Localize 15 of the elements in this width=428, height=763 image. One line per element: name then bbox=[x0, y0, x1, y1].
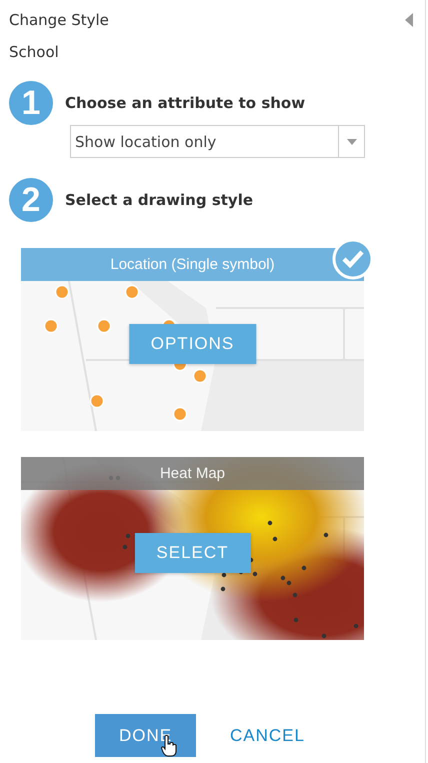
style-header: Heat Map bbox=[21, 457, 364, 490]
panel-title: Change Style bbox=[9, 11, 109, 29]
cancel-button[interactable]: CANCEL bbox=[230, 726, 305, 746]
layer-name: School bbox=[9, 43, 60, 61]
attribute-dropdown[interactable]: Show location only bbox=[70, 125, 365, 158]
done-button[interactable]: DONE bbox=[95, 714, 196, 757]
collapse-icon[interactable] bbox=[405, 13, 413, 27]
step-number: 2 bbox=[9, 178, 53, 222]
style-button[interactable]: SELECT bbox=[134, 532, 251, 572]
style-header: Location (Single symbol) bbox=[21, 248, 364, 281]
step-label: Choose an attribute to show bbox=[65, 94, 306, 112]
step-label: Select a drawing style bbox=[65, 191, 254, 209]
step-number: 1 bbox=[9, 81, 53, 125]
style-button[interactable]: OPTIONS bbox=[128, 324, 256, 364]
caret-icon bbox=[346, 138, 356, 144]
